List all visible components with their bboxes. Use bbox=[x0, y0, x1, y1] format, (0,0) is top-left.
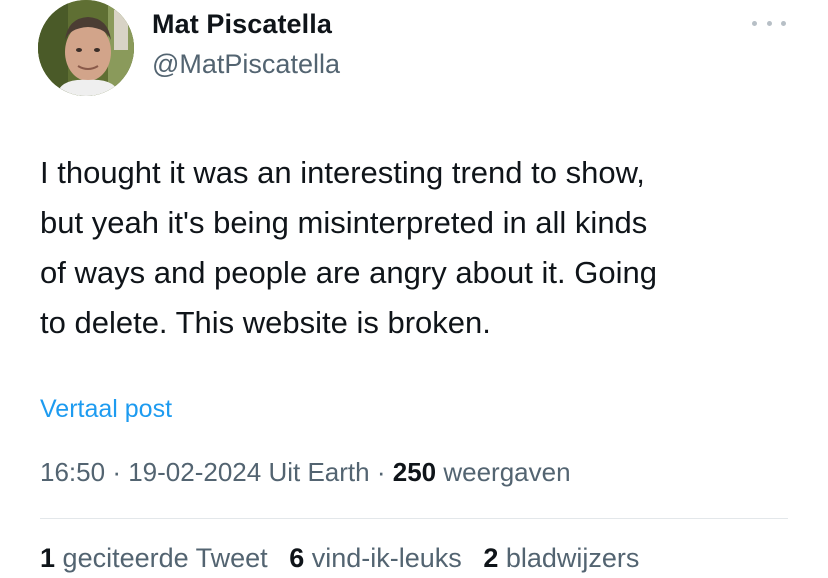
avatar[interactable] bbox=[38, 0, 134, 96]
tweet-text-line: to delete. This website is broken. bbox=[40, 305, 491, 340]
tweet-text-line: but yeah it's being misinterpreted in al… bbox=[40, 205, 648, 240]
translate-post-link[interactable]: Vertaal post bbox=[40, 395, 172, 424]
likes-stat[interactable]: 6 vind-ik-leuks bbox=[289, 543, 462, 573]
avatar-image bbox=[38, 0, 134, 96]
likes-label: vind-ik-leuks bbox=[311, 543, 462, 573]
bookmarks-count: 2 bbox=[483, 543, 499, 573]
author-handle[interactable]: @MatPiscatella bbox=[152, 49, 340, 80]
quotes-count: 1 bbox=[40, 543, 56, 573]
tweet-time[interactable]: 16:50 bbox=[40, 457, 105, 487]
bookmarks-stat[interactable]: 2 bladwijzers bbox=[483, 543, 639, 573]
more-dot bbox=[781, 20, 786, 26]
divider bbox=[40, 518, 788, 519]
meta-separator: · bbox=[376, 457, 386, 487]
views-label: weergaven bbox=[443, 457, 571, 487]
views-count: 250 bbox=[392, 457, 437, 487]
more-dot bbox=[766, 20, 772, 26]
tweet-text-line: of ways and people are angry about it. G… bbox=[40, 255, 657, 290]
tweet-card: Mat Piscatella @MatPiscatella I thought … bbox=[0, 0, 828, 578]
quotes-label: geciteerde Tweet bbox=[62, 543, 268, 573]
likes-count: 6 bbox=[289, 543, 305, 573]
tweet-metadata: 16:50 · 19-02-2024 Uit Earth · 250 weerg… bbox=[40, 457, 571, 488]
more-horizontal-icon[interactable] bbox=[752, 12, 786, 34]
meta-separator: · bbox=[112, 457, 121, 487]
more-dot bbox=[752, 20, 757, 26]
tweet-text: I thought it was an interesting trend to… bbox=[40, 148, 800, 348]
quotes-stat[interactable]: 1 geciteerde Tweet bbox=[40, 543, 268, 573]
author-display-name[interactable]: Mat Piscatella bbox=[152, 9, 332, 40]
engagement-stats: 1 geciteerde Tweet 6 vind-ik-leuks 2 bla… bbox=[40, 543, 653, 574]
tweet-text-line: I thought it was an interesting trend to… bbox=[40, 155, 645, 190]
tweet-date-location[interactable]: 19-02-2024 Uit Earth bbox=[128, 457, 369, 487]
bookmarks-label: bladwijzers bbox=[505, 543, 640, 573]
